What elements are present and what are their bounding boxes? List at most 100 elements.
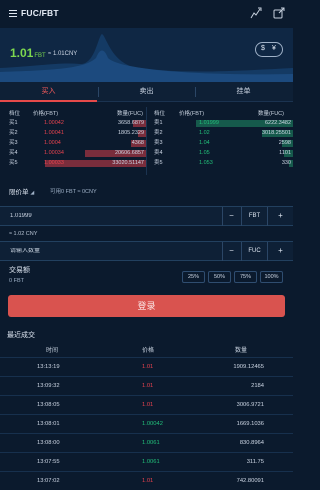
currency-switch-button[interactable]: $ ¥ [255,42,283,57]
trade-row: 13:08:05 1.01 3006.9721 [0,395,293,413]
ask-price: 1.00033 [44,160,64,166]
tab-buy[interactable]: 买入 [0,82,97,102]
ask-header-pos: 档位 [9,111,21,117]
order-book-ask-row[interactable]: 买5 1.00033 33020.51147 [0,159,146,168]
trade-time: 13:07:02 [37,478,60,484]
percent-75-button[interactable]: 75% [234,271,257,283]
quantity-decrement-button[interactable]: − [222,242,240,261]
bid-price: 1.053 [199,160,213,166]
price-increment-button[interactable]: + [267,207,293,226]
trade-time: 13:13:19 [37,364,60,370]
price-field: − FBT + [0,206,293,226]
price-unit-label: FBT [241,207,267,226]
bid-qty: 1101 [279,150,291,156]
bid-header-price: 价格(FBT) [179,111,205,117]
login-button[interactable]: 登录 [8,295,285,317]
ask-qty: 20606.6857 [114,150,144,156]
trade-time: 13:08:05 [37,402,60,408]
chart-toggle-icon[interactable] [250,7,262,19]
trades-header-price: 价格 [142,348,155,354]
trade-qty: 742.80091 [236,478,264,484]
ask-label: 买5 [9,160,18,166]
order-book-ask-row[interactable]: 买3 1.0004 4368 [0,139,146,148]
tab-sell[interactable]: 卖出 [98,82,195,102]
ask-header-price: 价格(FBT) [33,111,59,117]
price-hero: 1.01FBT ≈ 1.01CNY $ ¥ [0,28,293,82]
trade-qty: 3006.9721 [236,402,264,408]
trade-qty: 2184 [251,383,264,389]
trades-header-qty: 数量 [235,348,248,354]
bid-price: 1.05 [199,150,210,156]
order-book-ask-row[interactable]: 买1 1.00042 3658.6879 [0,119,146,128]
quantity-input[interactable] [10,248,210,254]
trade-row: 13:07:02 1.01 742.80091 [0,471,293,489]
order-book-bid-row[interactable]: 卖4 1.05 1101 [147,149,293,158]
trade-time: 13:09:32 [37,383,60,389]
trade-row: 13:07:55 1.0061 311.75 [0,452,293,470]
ask-qty: 4368 [131,140,144,146]
ask-price: 1.0004 [44,140,61,146]
trade-price: 1.01 [142,383,154,389]
order-book-ask-row[interactable]: 买2 1.00041 1805.2329 [0,129,146,138]
trade-row: 13:08:00 1.0061 830.8964 [0,433,293,451]
bid-qty: 2598 [278,140,291,146]
trade-row: 13:08:01 1.00042 1669.1036 [0,414,293,432]
ask-label: 买2 [9,130,18,136]
hero-approx-cny: ≈ 1.01CNY [48,51,78,57]
bid-qty: 6222.3482 [265,120,291,126]
bid-header-qty: 数量(FUC) [258,111,284,117]
tab-orders[interactable]: 挂单 [195,82,292,102]
price-decrement-button[interactable]: − [222,207,240,226]
available-balance: 可用0 FBT ≈ 0CNY [50,189,97,195]
trade-price: 1.01 [142,364,154,370]
percent-25-button[interactable]: 25% [182,271,205,283]
bid-price: 1.04 [199,140,210,146]
trade-time: 13:08:01 [37,421,60,427]
share-icon[interactable] [273,7,285,19]
pair-title[interactable]: FUC/FBT [21,8,59,18]
dollar-icon: $ [261,45,265,52]
trade-price: 1.0061 [142,459,160,465]
bid-qty: 330 [281,160,291,166]
hero-price: 1.01FBT [10,46,46,60]
percent-50-button[interactable]: 50% [208,271,231,283]
caret-down-icon: ◢ [30,190,35,196]
trade-time: 13:07:55 [37,459,60,465]
ask-label: 买4 [9,150,18,156]
order-book-bid-row[interactable]: 卖3 1.04 2598 [147,139,293,148]
trade-qty: 311.75 [246,459,264,465]
price-input[interactable] [10,213,210,219]
trades-header-time: 时间 [46,348,59,354]
trade-price: 1.01 [142,478,154,484]
price-mode-select[interactable]: 限价单 ◢ [9,186,34,196]
bid-label: 卖4 [154,150,163,156]
ask-qty: 3658.6879 [118,120,144,126]
trade-row: 13:09:32 1.01 2184 [0,376,293,394]
order-book-bid-row[interactable]: 卖1 1.01999 6222.3482 [147,119,293,128]
trade-price: 1.01 [142,402,154,408]
bid-label: 卖5 [154,160,163,166]
trade-price: 1.00042 [142,421,163,427]
order-book-bid-row[interactable]: 卖5 1.053 330 [147,159,293,168]
volume-label: 交易额 [9,267,30,274]
yen-icon: ¥ [272,45,276,52]
bid-qty: 3018.25501 [261,130,291,136]
ask-price: 1.00041 [44,130,64,136]
trade-time: 13:08:00 [37,440,60,446]
percent-100-button[interactable]: 100% [260,271,283,283]
ask-label: 买1 [9,120,18,126]
bid-label: 卖2 [154,130,163,136]
bid-label: 卖3 [154,140,163,146]
order-book-bid-row[interactable]: 卖2 1.02 3018.25501 [147,129,293,138]
order-book-ask-row[interactable]: 买4 1.00034 20606.6857 [0,149,146,158]
trade-price: 1.0061 [142,440,160,446]
quantity-increment-button[interactable]: + [267,242,293,261]
bid-label: 卖1 [154,120,163,126]
price-approx-cny: ≈ 1.02 CNY [9,231,38,237]
bid-price: 1.01999 [199,120,219,126]
ask-label: 买3 [9,140,18,146]
menu-icon[interactable] [9,10,17,17]
top-bar: FUC/FBT [0,0,293,28]
trade-qty: 1669.1036 [236,421,264,427]
recent-trades-title: 最近成交 [7,332,35,339]
